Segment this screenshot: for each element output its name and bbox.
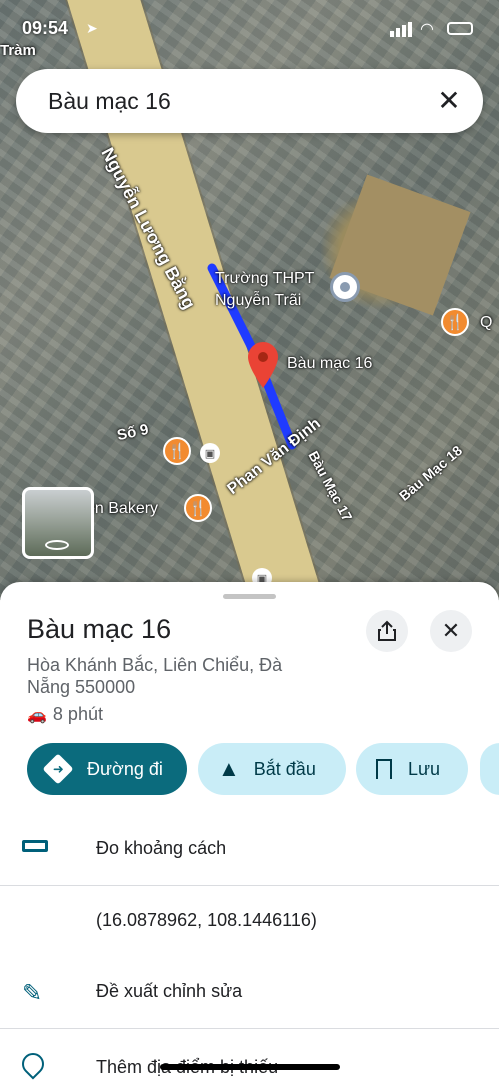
close-icon[interactable]: ✕ (433, 85, 465, 117)
divider (0, 885, 499, 886)
bus-stop-icon[interactable]: ▣ (200, 443, 220, 463)
save-button[interactable]: Lưu (356, 743, 468, 795)
ruler-icon (22, 840, 48, 852)
drag-handle[interactable] (223, 594, 276, 599)
street-view-thumbnail[interactable] (22, 487, 94, 559)
divider (0, 1028, 499, 1029)
360-icon (45, 540, 69, 550)
navigation-arrow-icon: ▲ (218, 756, 240, 781)
battery-icon (447, 22, 473, 35)
close-sheet-button[interactable]: ✕ (430, 610, 472, 652)
start-button[interactable]: ▲ Bắt đầu (198, 743, 346, 795)
right-poi-label: Q (480, 314, 493, 331)
place-address: Hòa Khánh Bắc, Liên Chiểu, Đà Nẵng 55000… (27, 655, 283, 697)
share-button[interactable] (366, 610, 408, 652)
suggest-edit-row[interactable]: ✎ Đề xuất chỉnh sửa (0, 967, 499, 1017)
pin-label: Bàu mạc 16 (287, 355, 373, 372)
pin-icon[interactable] (248, 342, 278, 393)
save-label: Lưu (408, 758, 441, 779)
restaurant-icon[interactable]: 🍴 (163, 437, 191, 465)
school-marker-icon (330, 272, 360, 302)
suggest-edit-label: Đề xuất chỉnh sửa (96, 981, 243, 1001)
search-input[interactable]: Bàu mạc 16 (48, 88, 171, 115)
search-bar[interactable]: Bàu mạc 16 ✕ (16, 69, 483, 133)
directions-icon: ➜ (42, 753, 74, 785)
coordinates-row[interactable]: (16.0878962, 108.1446116) (0, 898, 499, 938)
location-arrow-icon: ➤ (86, 20, 98, 36)
status-time: 09:54 (22, 18, 69, 38)
directions-button[interactable]: ➜ Đường đi (27, 743, 187, 795)
pencil-icon: ✎ (22, 980, 43, 1007)
measure-distance-label: Đo khoảng cách (96, 838, 227, 858)
directions-label: Đường đi (87, 758, 163, 779)
place-title: Bàu mạc 16 (27, 614, 172, 644)
measure-distance-row[interactable]: Đo khoảng cách (0, 824, 499, 884)
more-action-chip[interactable] (480, 743, 499, 795)
school-label: Trường THPT Nguyễn Trãi (215, 270, 315, 309)
bakery-label: ền Bakery (86, 500, 159, 517)
restaurant-icon-right[interactable]: 🍴 (441, 308, 469, 336)
map-pin-plus-icon (17, 1048, 49, 1080)
coordinates-label: (16.0878962, 108.1446116) (96, 910, 317, 930)
start-label: Bắt đầu (253, 758, 316, 779)
home-indicator[interactable] (160, 1064, 340, 1070)
signal-icon (390, 22, 412, 37)
share-icon (378, 620, 396, 641)
bookmark-icon (376, 759, 392, 779)
car-icon: 🚗 (27, 707, 47, 724)
wifi-icon: ◠ (420, 21, 434, 38)
place-sheet: Bàu mạc 16 ✕ Hòa Khánh Bắc, Liên Chiểu, … (0, 582, 499, 1080)
drive-time: 🚗 8 phút (27, 704, 103, 725)
bakery-icon[interactable]: 🍴 (184, 494, 212, 522)
status-bar: 09:54 ➤ ◠ (0, 0, 499, 60)
drive-time-label: 8 phút (52, 704, 103, 724)
